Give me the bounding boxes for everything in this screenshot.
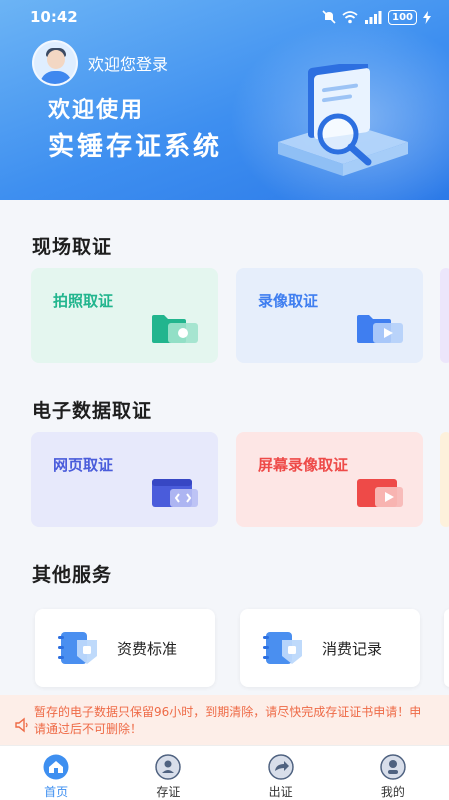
tab-label: 首页 xyxy=(44,785,69,799)
status-icons: 100 xyxy=(322,9,431,25)
retention-notice: 暂存的电子数据只保留96小时，到期清除，请尽快完成存证证书申请！申请通过后不可删… xyxy=(0,695,449,745)
wifi-icon xyxy=(342,10,358,23)
login-prompt[interactable]: 欢迎您登录 xyxy=(88,51,168,75)
tab-issue-certificate[interactable]: 出证 xyxy=(225,746,337,800)
service-pricing[interactable]: 资费标准 xyxy=(35,609,215,687)
tab-label: 存证 xyxy=(156,785,181,799)
card-video-evidence[interactable]: 录像取证 xyxy=(236,268,423,363)
webpage-folder-icon xyxy=(152,479,198,507)
service-consumption-record[interactable]: 消费记录 xyxy=(240,609,420,687)
camera-folder-icon xyxy=(152,315,198,343)
service-more[interactable] xyxy=(444,609,449,687)
tab-home[interactable]: 首页 xyxy=(0,746,112,800)
document-search-illustration xyxy=(278,64,408,176)
card-label: 屏幕录像取证 xyxy=(258,456,349,474)
speaker-icon xyxy=(15,717,28,733)
card-photo-evidence[interactable]: 拍照取证 xyxy=(31,268,218,363)
tab-label: 我的 xyxy=(380,785,405,799)
video-folder-icon xyxy=(357,315,403,343)
bottom-tab-bar: 首页 存证 出证 我的 xyxy=(0,745,449,800)
card-label: 录像取证 xyxy=(258,292,319,310)
section-title-onsite: 现场取证 xyxy=(32,236,113,258)
service-label: 资费标准 xyxy=(117,639,178,658)
screen-record-folder-icon xyxy=(357,479,403,507)
home-icon xyxy=(43,754,69,780)
service-label: 消费记录 xyxy=(322,639,383,658)
issue-certificate-icon xyxy=(267,754,294,780)
charging-icon xyxy=(423,10,431,24)
avatar[interactable] xyxy=(32,40,78,86)
hero-title-line2: 实锤存证系统 xyxy=(48,132,223,162)
card-webpage-evidence[interactable]: 网页取证 xyxy=(31,432,218,527)
user-login-row[interactable]: 欢迎您登录 xyxy=(32,40,168,86)
card-label: 拍照取证 xyxy=(53,292,114,310)
notice-text: 暂存的电子数据只保留96小时，到期清除，请尽快完成存证证书申请！申请通过后不可删… xyxy=(34,705,422,736)
tab-label: 出证 xyxy=(268,785,293,799)
section-title-other: 其他服务 xyxy=(32,564,113,586)
main-content: 现场取证 拍照取证 录像取证 电子数据取证 网页取证 屏幕录像取证 其他服务 资… xyxy=(0,200,449,695)
battery-indicator: 100 xyxy=(388,9,417,25)
card-screen-record-evidence[interactable]: 屏幕录像取证 xyxy=(236,432,423,527)
mute-icon xyxy=(322,10,336,24)
pricing-icon xyxy=(58,632,97,664)
signal-icon xyxy=(365,10,382,24)
profile-icon xyxy=(380,754,406,780)
hero-title-line1: 欢迎使用 xyxy=(48,98,145,123)
card-label: 网页取证 xyxy=(53,456,114,474)
deposit-icon xyxy=(155,754,182,780)
status-time: 10:42 xyxy=(30,8,78,26)
status-bar: 10:42 100 xyxy=(0,0,449,34)
tab-profile[interactable]: 我的 xyxy=(337,746,449,800)
section-title-electronic: 电子数据取证 xyxy=(32,400,153,422)
consumption-record-icon xyxy=(263,632,302,664)
card-more-electronic[interactable] xyxy=(440,432,449,527)
hero-banner: 10:42 100 欢迎您登录 欢迎使用 实锤存证系统 xyxy=(0,0,449,200)
tab-deposit[interactable]: 存证 xyxy=(112,746,224,800)
card-more-onsite[interactable] xyxy=(440,268,449,363)
